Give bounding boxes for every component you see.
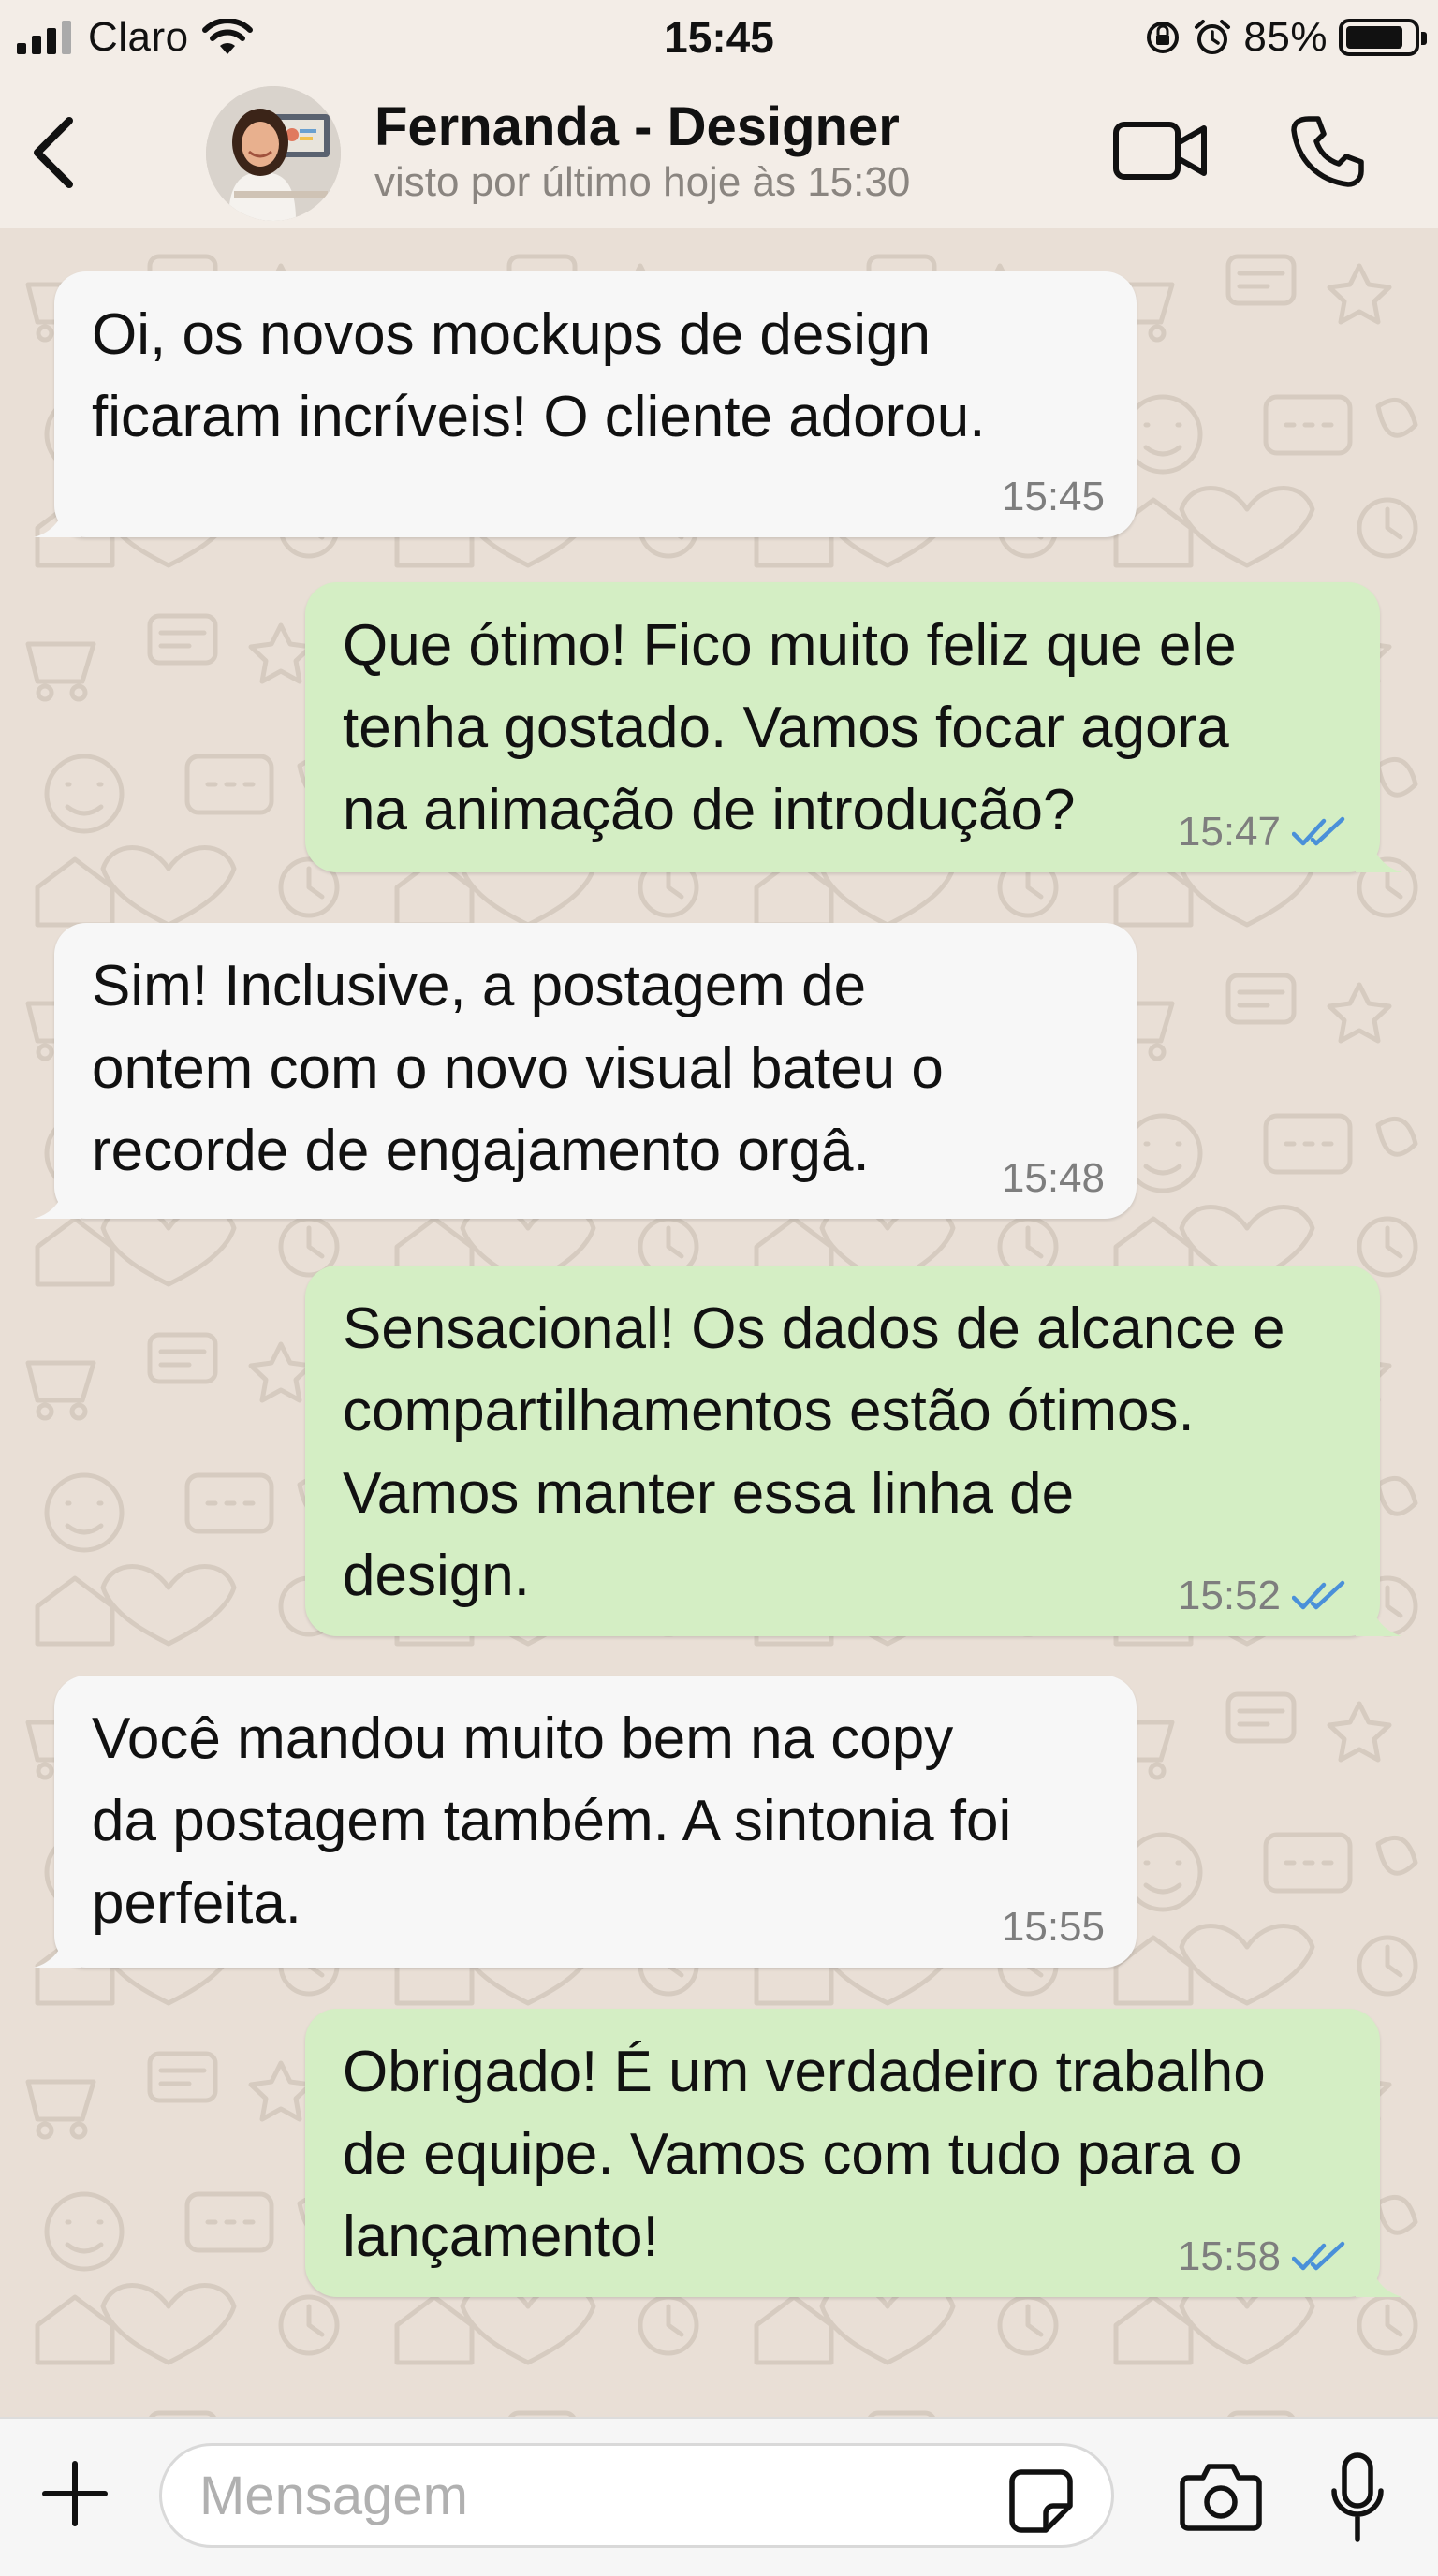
camera-icon bbox=[1180, 2464, 1262, 2531]
message-bubble-incoming[interactable]: Sim! Inclusive, a postagem de ontem com … bbox=[34, 923, 1137, 1219]
camera-button[interactable] bbox=[1176, 2456, 1266, 2537]
message-text-line: Sim! Inclusive, a postagem de bbox=[92, 954, 867, 1018]
alarm-icon bbox=[1195, 20, 1231, 54]
last-seen-status: visto por último hoje às 15:30 bbox=[374, 159, 911, 205]
message-time: 15:52 bbox=[1177, 1573, 1281, 1618]
double-check-read-icon bbox=[1292, 2241, 1345, 2271]
sticker-button[interactable] bbox=[1004, 2464, 1078, 2539]
message-time: 15:47 bbox=[1177, 809, 1281, 855]
message-meta: 15:58 bbox=[1178, 2233, 1348, 2280]
message-text-line: Oi, os novos mockups de design bbox=[92, 302, 932, 367]
message-input[interactable] bbox=[159, 2443, 1114, 2548]
battery-percent: 85% bbox=[1243, 14, 1328, 60]
message-meta: 15:48 bbox=[1002, 1155, 1105, 1202]
battery-level-fill bbox=[1346, 26, 1402, 49]
message-text-line: tenha gostado. Vamos focar agora bbox=[343, 695, 1229, 760]
message-bubble-incoming[interactable]: Oi, os novos mockups de design ficaram i… bbox=[34, 271, 1137, 537]
message-meta: 15:45 bbox=[1002, 474, 1105, 520]
message-text-line: Vamos manter essa linha de bbox=[343, 1461, 1075, 1526]
phone-call-icon bbox=[1291, 116, 1364, 187]
orientation-lock-icon bbox=[1147, 22, 1180, 53]
message-text-line: Sensacional! Os dados de alcance e bbox=[343, 1296, 1285, 1361]
message-text-line: da postagem também. A sintonia foi bbox=[92, 1789, 1012, 1853]
message-bubble-outgoing[interactable]: Sensacional! Os dados de alcance e compa… bbox=[305, 1266, 1402, 1636]
microphone-icon bbox=[1331, 2452, 1384, 2542]
message-time: 15:58 bbox=[1177, 2233, 1281, 2279]
contact-name[interactable]: Fernanda - Designer bbox=[374, 95, 900, 158]
back-button[interactable] bbox=[22, 110, 84, 195]
message-meta: 15:55 bbox=[1002, 1904, 1105, 1951]
message-composer bbox=[0, 2417, 1438, 2576]
contact-avatar[interactable] bbox=[206, 86, 341, 221]
message-text-line: Que ótimo! Fico muito feliz que ele bbox=[343, 613, 1237, 678]
chat-header: Fernanda - Designer visto por último hoj… bbox=[0, 75, 1438, 228]
double-check-read-icon bbox=[1292, 816, 1345, 846]
video-call-icon bbox=[1113, 122, 1207, 180]
message-text-line: Obrigado! É um verdadeiro trabalho bbox=[343, 2040, 1266, 2104]
message-text-line: ontem com o novo visual bateu o bbox=[92, 1036, 944, 1101]
battery-icon bbox=[1339, 19, 1427, 56]
back-chevron-icon bbox=[34, 117, 73, 188]
message-text-line: perfeita. bbox=[92, 1871, 302, 1936]
message-text-line: recorde de engajamento orgâ. bbox=[92, 1119, 870, 1183]
message-text-line: de equipe. Vamos com tudo para o bbox=[343, 2122, 1242, 2187]
double-check-read-icon bbox=[1292, 1580, 1345, 1610]
message-meta: 15:47 bbox=[1178, 809, 1348, 856]
message-bubble-incoming[interactable]: Você mandou muito bem na copy da postage… bbox=[34, 1676, 1137, 1968]
message-time: 15:55 bbox=[1001, 1904, 1105, 1950]
message-bubble-outgoing[interactable]: Obrigado! É um verdadeiro trabalho de eq… bbox=[305, 2009, 1402, 2297]
message-bubble-outgoing[interactable]: Que ótimo! Fico muito feliz que ele tenh… bbox=[305, 582, 1402, 872]
message-text-line: compartilhamentos estão ótimos. bbox=[343, 1379, 1195, 1443]
status-right: 85% bbox=[1144, 11, 1427, 64]
message-time: 15:48 bbox=[1001, 1155, 1105, 1201]
chat-messages-area[interactable]: Oi, os novos mockups de design ficaram i… bbox=[0, 228, 1438, 2417]
sticker-icon bbox=[1009, 2469, 1073, 2533]
voice-message-button[interactable] bbox=[1320, 2447, 1395, 2550]
plus-icon bbox=[42, 2461, 108, 2526]
message-time: 15:45 bbox=[1001, 474, 1105, 520]
message-text-line: Você mandou muito bem na copy bbox=[92, 1706, 954, 1771]
status-bar: Claro 15:45 85% bbox=[0, 0, 1438, 75]
message-meta: 15:52 bbox=[1178, 1573, 1348, 1619]
attach-button[interactable] bbox=[37, 2456, 112, 2531]
message-text-line: ficaram incríveis! O cliente adorou. bbox=[92, 385, 986, 449]
voice-call-button[interactable] bbox=[1283, 109, 1372, 193]
video-call-button[interactable] bbox=[1105, 112, 1217, 189]
